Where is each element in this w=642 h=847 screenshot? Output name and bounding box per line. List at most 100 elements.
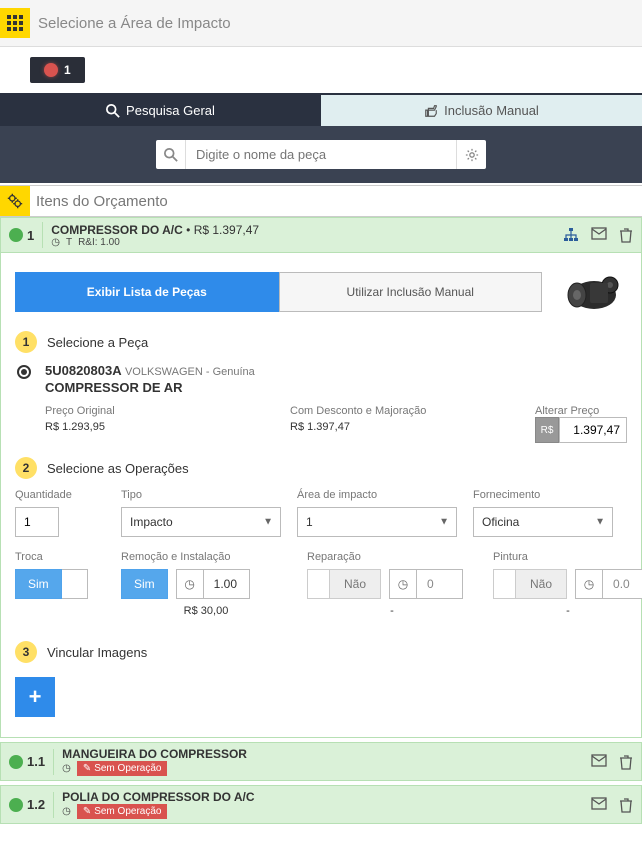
subtab-label: Exibir Lista de Peças	[87, 285, 207, 299]
clock-icon: ◷	[176, 569, 204, 599]
item-title-block: COMPRESSOR DO A/C • R$ 1.397,47 T R&I: 1…	[51, 223, 563, 248]
subtab-inclusao-manual[interactable]: Utilizar Inclusão Manual	[279, 272, 543, 312]
item-title: POLIA DO COMPRESSOR DO A/C	[62, 790, 591, 804]
indicator-row: 1	[0, 47, 642, 93]
tab-label: Inclusão Manual	[444, 103, 539, 118]
item-name: COMPRESSOR DO A/C	[51, 223, 183, 237]
sem-operacao-badge: Sem Operação	[77, 804, 168, 819]
toggle-pintura[interactable]: Não	[493, 569, 567, 599]
field-label: Pintura	[493, 551, 642, 563]
divider	[42, 222, 43, 248]
meta-t: T	[66, 237, 72, 248]
divider	[53, 792, 54, 818]
toggle-spacer	[62, 569, 88, 599]
page-title: Selecione a Área de Impacto	[38, 15, 231, 32]
mail-icon[interactable]	[591, 754, 607, 770]
price-value: R$ 1.397,47	[290, 421, 525, 433]
status-dot-icon	[9, 798, 23, 812]
time-reparacao[interactable]: ◷ 0	[389, 569, 463, 599]
search-input[interactable]	[186, 140, 456, 169]
toggle-reparacao[interactable]: Não	[307, 569, 381, 599]
clock-icon: ◷	[389, 569, 417, 599]
meta-ri: R&I: 1.00	[78, 237, 120, 248]
time-value: 0	[417, 569, 463, 599]
step-1-row: 1 Selecione a Peça	[15, 331, 627, 353]
item-1-1-header[interactable]: 1.1 MANGUEIRA DO COMPRESSOR Sem Operação	[0, 742, 642, 781]
add-image-button[interactable]: +	[15, 677, 55, 717]
gear-icon	[465, 148, 479, 162]
subtab-label: Utilizar Inclusão Manual	[347, 285, 474, 299]
select-tipo[interactable]: Impacto ▼	[121, 507, 281, 537]
item-price: R$ 1.397,47	[194, 223, 259, 237]
impact-indicator[interactable]: 1	[30, 57, 85, 83]
tab-pesquisa-geral[interactable]: Pesquisa Geral	[0, 95, 321, 126]
remi-price: R$ 30,00	[121, 605, 291, 617]
subtab-lista-pecas[interactable]: Exibir Lista de Peças	[15, 272, 279, 312]
status-dot-icon	[9, 755, 23, 769]
price-columns: Preço Original R$ 1.293,95 Com Desconto …	[45, 405, 627, 443]
toggle-troca[interactable]: Sim	[15, 569, 105, 599]
item-1-body: Exibir Lista de Peças Utilizar Inclusão …	[0, 253, 642, 738]
price-label: Preço Original	[45, 405, 280, 417]
search-icon-button[interactable]	[156, 140, 186, 169]
step-label: Selecione as Operações	[47, 461, 189, 476]
field-quantidade: Quantidade	[15, 489, 105, 537]
item-1-2-header[interactable]: 1.2 POLIA DO COMPRESSOR DO A/C Sem Opera…	[0, 785, 642, 824]
pint-sub: -	[493, 605, 642, 617]
search-icon	[164, 148, 178, 162]
price-input[interactable]	[559, 417, 627, 443]
item-actions	[563, 227, 633, 243]
section-title: Itens do Orçamento	[36, 193, 168, 210]
item-title-block: POLIA DO COMPRESSOR DO A/C Sem Operação	[62, 790, 591, 819]
field-label: Reparação	[307, 551, 477, 563]
item-title-block: MANGUEIRA DO COMPRESSOR Sem Operação	[62, 747, 591, 776]
mail-icon[interactable]	[591, 227, 607, 243]
item-number: 1.1	[27, 754, 45, 769]
time-value: 1.00	[204, 569, 250, 599]
part-image	[562, 267, 627, 317]
mail-icon[interactable]	[591, 797, 607, 813]
field-area-impacto: Área de impacto 1 ▼	[297, 489, 457, 537]
step-3-row: 3 Vincular Imagens	[15, 641, 627, 663]
tab-inclusao-manual[interactable]: Inclusão Manual	[321, 95, 642, 126]
price-label: Com Desconto e Majoração	[290, 405, 525, 417]
toggle-spacer	[307, 569, 329, 599]
toggle-nao: Não	[329, 569, 381, 599]
field-pintura: Pintura Não ◷ 0.0 -	[493, 551, 642, 617]
trash-icon[interactable]	[619, 797, 633, 813]
field-label: Quantidade	[15, 489, 105, 501]
time-remi[interactable]: ◷ 1.00	[176, 569, 250, 599]
part-code: 5U0820803A	[45, 363, 122, 378]
search-panel	[0, 126, 642, 183]
currency-badge: R$	[535, 417, 559, 443]
trash-icon[interactable]	[619, 227, 633, 243]
toggle-remi[interactable]: Sim	[121, 569, 168, 599]
plus-icon: +	[29, 684, 42, 710]
part-radio[interactable]	[17, 365, 31, 379]
search-icon	[106, 104, 120, 118]
select-fornecimento[interactable]: Oficina ▼	[473, 507, 613, 537]
search-settings-button[interactable]	[456, 140, 486, 169]
main-tabs: Pesquisa Geral Inclusão Manual	[0, 93, 642, 126]
part-description: COMPRESSOR DE AR	[45, 380, 627, 395]
status-dot-icon	[9, 228, 23, 242]
item-actions	[591, 754, 633, 770]
grid-icon	[0, 8, 30, 38]
subtabs: Exibir Lista de Peças Utilizar Inclusão …	[15, 267, 627, 317]
thumbs-up-icon	[424, 104, 438, 118]
item-1-header[interactable]: 1 COMPRESSOR DO A/C • R$ 1.397,47 T R&I:…	[0, 217, 642, 253]
time-pintura[interactable]: ◷ 0.0	[575, 569, 642, 599]
item-meta: Sem Operação	[62, 804, 591, 819]
indicator-number: 1	[64, 63, 71, 77]
operations-grid-2: Troca Sim Remoção e Instalação Sim ◷ 1.0…	[15, 551, 627, 617]
hierarchy-icon[interactable]	[563, 227, 579, 243]
price-value: R$ 1.293,95	[45, 421, 280, 433]
clock-icon	[62, 806, 71, 817]
qty-input[interactable]	[15, 507, 59, 537]
part-code-line: 5U0820803A VOLKSWAGEN - Genuína	[45, 363, 627, 378]
trash-icon[interactable]	[619, 754, 633, 770]
step-badge: 3	[15, 641, 37, 663]
field-troca: Troca Sim	[15, 551, 105, 617]
select-area[interactable]: 1 ▼	[297, 507, 457, 537]
col-desconto: Com Desconto e Majoração R$ 1.397,47	[290, 405, 525, 443]
